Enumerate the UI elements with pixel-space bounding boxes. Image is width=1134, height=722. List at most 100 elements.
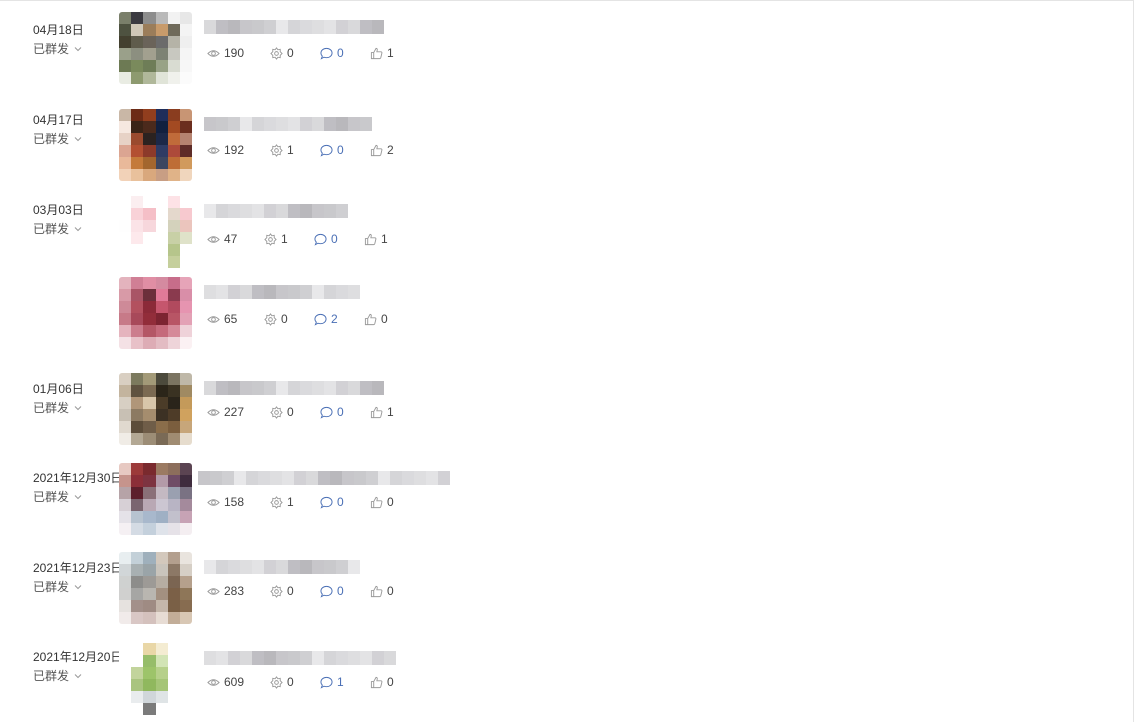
views-stat[interactable]: 158 — [207, 495, 270, 509]
comment-icon — [320, 496, 333, 509]
eye-icon — [207, 49, 220, 57]
likes-count: 0 — [387, 495, 394, 509]
article-thumbnail[interactable] — [119, 463, 192, 535]
article-stats: 283 0 0 0 — [207, 584, 400, 598]
likes-stat[interactable]: 2 — [370, 143, 400, 157]
article-title-blurred[interactable] — [204, 204, 348, 218]
publish-date: 01月06日 — [33, 382, 84, 396]
views-stat[interactable]: 227 — [207, 405, 270, 419]
article-thumbnail[interactable] — [119, 643, 192, 715]
comments-count: 0 — [337, 584, 344, 598]
status-dropdown[interactable]: 已群发 — [33, 578, 83, 595]
status-dropdown[interactable]: 已群发 — [33, 667, 83, 684]
chevron-down-icon — [74, 136, 82, 141]
comments-stat[interactable]: 0 — [314, 232, 364, 246]
share-gear-icon — [270, 584, 283, 598]
article-row: 47 1 0 1 — [119, 196, 539, 268]
comments-stat[interactable]: 2 — [314, 312, 364, 326]
article-title-blurred[interactable] — [204, 651, 396, 665]
publish-date: 03月03日 — [33, 203, 84, 217]
comments-stat[interactable]: 0 — [320, 143, 370, 157]
article-row: 609 0 1 0 — [119, 643, 539, 715]
status-dropdown[interactable]: 已群发 — [33, 130, 83, 147]
shares-stat[interactable]: 1 — [264, 232, 314, 246]
chevron-down-icon — [74, 584, 82, 589]
views-stat[interactable]: 47 — [207, 232, 264, 246]
eye-icon — [207, 235, 220, 243]
thumbs-up-icon — [370, 676, 383, 688]
article-title-blurred[interactable] — [204, 20, 384, 34]
article-stats: 609 0 1 0 — [207, 675, 400, 689]
views-stat[interactable]: 190 — [207, 46, 270, 60]
comments-stat[interactable]: 0 — [320, 495, 370, 509]
publish-date: 04月17日 — [33, 113, 84, 127]
article-title-blurred[interactable] — [204, 560, 360, 574]
thumbs-up-icon — [364, 233, 377, 245]
chevron-down-icon — [74, 673, 82, 678]
comments-stat[interactable]: 1 — [320, 675, 370, 689]
status-dropdown[interactable]: 已群发 — [33, 399, 83, 416]
comments-count: 0 — [337, 143, 344, 157]
views-stat[interactable]: 283 — [207, 584, 270, 598]
shares-count: 0 — [287, 675, 294, 689]
views-count: 158 — [224, 495, 245, 509]
share-gear-icon — [270, 46, 283, 60]
chevron-down-icon — [74, 405, 82, 410]
share-gear-icon — [264, 232, 277, 246]
publish-date: 2021年12月30日 — [33, 471, 123, 485]
status-label: 已群发 — [33, 42, 70, 56]
comments-count: 2 — [331, 312, 338, 326]
article-thumbnail[interactable] — [119, 12, 192, 84]
thumbs-up-icon — [370, 406, 383, 418]
comment-icon — [314, 313, 327, 326]
likes-stat[interactable]: 1 — [364, 232, 394, 246]
shares-stat[interactable]: 0 — [270, 675, 320, 689]
article-title-blurred[interactable] — [204, 381, 384, 395]
comments-stat[interactable]: 0 — [320, 584, 370, 598]
shares-count: 0 — [287, 584, 294, 598]
shares-stat[interactable]: 1 — [270, 495, 320, 509]
shares-stat[interactable]: 0 — [264, 312, 314, 326]
status-label: 已群发 — [33, 401, 70, 415]
shares-stat[interactable]: 0 — [270, 405, 320, 419]
likes-stat[interactable]: 0 — [364, 312, 394, 326]
chevron-down-icon — [74, 226, 82, 231]
likes-stat[interactable]: 0 — [370, 675, 400, 689]
shares-stat[interactable]: 1 — [270, 143, 320, 157]
article-stats: 158 1 0 0 — [207, 495, 400, 509]
likes-count: 0 — [381, 312, 388, 326]
shares-stat[interactable]: 0 — [270, 584, 320, 598]
comments-stat[interactable]: 0 — [320, 405, 370, 419]
status-dropdown[interactable]: 已群发 — [33, 40, 83, 57]
views-stat[interactable]: 65 — [207, 312, 264, 326]
views-count: 609 — [224, 675, 245, 689]
status-label: 已群发 — [33, 669, 70, 683]
article-title-blurred[interactable] — [198, 471, 450, 485]
article-thumbnail[interactable] — [119, 373, 192, 445]
shares-stat[interactable]: 0 — [270, 46, 320, 60]
article-thumbnail[interactable] — [119, 196, 192, 268]
likes-stat[interactable]: 1 — [370, 46, 400, 60]
article-row: 227 0 0 1 — [119, 373, 539, 445]
likes-stat[interactable]: 0 — [370, 495, 400, 509]
comment-icon — [320, 676, 333, 689]
likes-stat[interactable]: 0 — [370, 584, 400, 598]
article-stats: 190 0 0 1 — [207, 46, 400, 60]
status-dropdown[interactable]: 已群发 — [33, 488, 83, 505]
status-dropdown[interactable]: 已群发 — [33, 220, 83, 237]
article-thumbnail[interactable] — [119, 109, 192, 181]
article-title-blurred[interactable] — [204, 285, 360, 299]
article-thumbnail[interactable] — [119, 277, 192, 349]
views-stat[interactable]: 192 — [207, 143, 270, 157]
likes-count: 0 — [387, 584, 394, 598]
shares-count: 0 — [287, 405, 294, 419]
article-stats: 47 1 0 1 — [207, 232, 394, 246]
likes-stat[interactable]: 1 — [370, 405, 400, 419]
views-stat[interactable]: 609 — [207, 675, 270, 689]
eye-icon — [207, 587, 220, 595]
comments-stat[interactable]: 0 — [320, 46, 370, 60]
article-title-blurred[interactable] — [204, 117, 372, 131]
thumbs-up-icon — [370, 585, 383, 597]
article-thumbnail[interactable] — [119, 552, 192, 624]
shares-count: 0 — [287, 46, 294, 60]
